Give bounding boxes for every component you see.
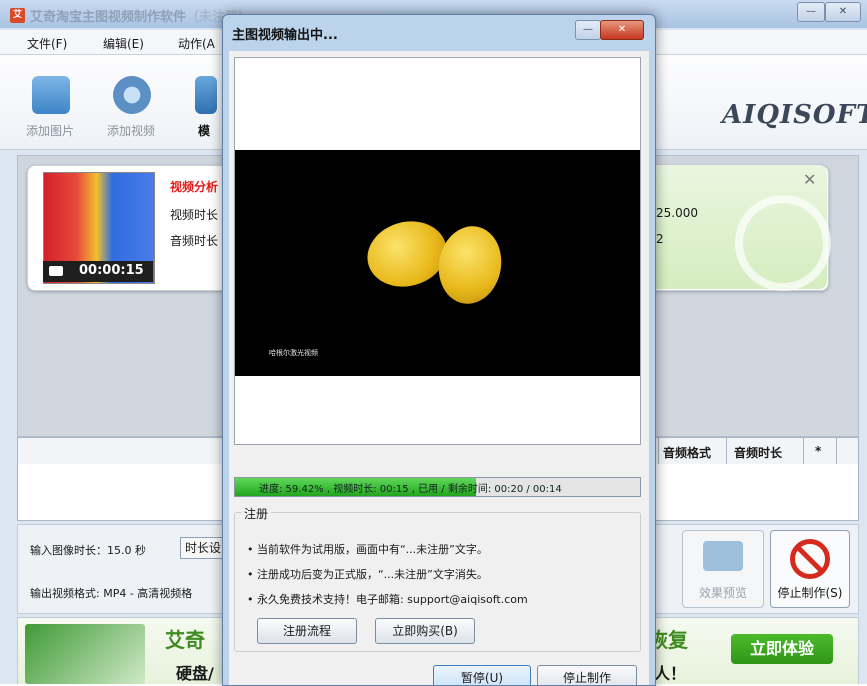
- progress-text: 进度: 59.42% , 视频时长: 00:15 , 已用 / 剩余时间: 00…: [259, 484, 562, 495]
- add-video-button[interactable]: 添加视频: [107, 122, 155, 139]
- main-minimize-button[interactable]: —: [797, 2, 825, 22]
- dialog-body: 哈根尔激光视频 进度: 59.42% , 视频时长: 00:15 , 已用 / …: [229, 51, 649, 685]
- stop-production-label: 停止制作(S): [777, 586, 843, 600]
- column-divider[interactable]: [836, 438, 837, 464]
- column-audio-duration[interactable]: 音频时长: [734, 444, 782, 461]
- lemon-right: [432, 221, 508, 309]
- image-duration-label: 输入图像时长：15.0 秒: [30, 544, 146, 557]
- add-image-button[interactable]: 添加图片: [26, 122, 74, 139]
- ad-try-now-button[interactable]: 立即体验: [731, 634, 833, 664]
- column-divider[interactable]: [658, 438, 659, 464]
- thumbnail-duration-bar: 00:00:15: [43, 261, 153, 282]
- main-window-title: 艾奇淘宝主图视频制作软件（未注册）: [30, 10, 252, 25]
- ad-product-box: [25, 624, 145, 684]
- ad-subtitle-left: 硬盘/: [176, 664, 214, 683]
- menu-edit[interactable]: 编辑(E): [103, 35, 144, 52]
- column-audio-format[interactable]: 音频格式: [663, 444, 711, 461]
- video-duration-label: 视频时长: [170, 208, 219, 222]
- main-close-button[interactable]: ✕: [825, 2, 861, 22]
- app-icon: 艾: [10, 8, 25, 23]
- video-card-close-icon[interactable]: ✕: [803, 170, 816, 189]
- add-video-icon[interactable]: [113, 76, 151, 114]
- video-duration-value: 25.000: [656, 206, 698, 220]
- output-format-label[interactable]: 输出视频格式: MP4 - 高清视频格: [30, 585, 192, 601]
- preview-button[interactable]: 效果预览: [682, 530, 764, 608]
- registration-flow-button[interactable]: 注册流程: [257, 618, 357, 644]
- thumbnail-duration: 00:00:15: [79, 263, 144, 278]
- audio-duration-label: 音频时长: [170, 234, 219, 248]
- stop-production-button[interactable]: 停止制作(S): [770, 530, 850, 608]
- dialog-minimize-button[interactable]: —: [575, 20, 601, 40]
- preview-label: 效果预览: [698, 586, 747, 600]
- reg-note-register: • 注册成功后变为正式版，“...未注册”文字消失。: [247, 568, 488, 581]
- column-divider[interactable]: [726, 438, 727, 464]
- registration-group: 注册 • 当前软件为试用版，画面中有“...未注册”文字。 • 注册成功后变为正…: [234, 505, 641, 652]
- template-icon[interactable]: [195, 76, 217, 114]
- template-button[interactable]: 模: [198, 122, 210, 139]
- video-watermark-caption: 哈根尔激光视频: [269, 349, 318, 357]
- main-window-controls: — ✕: [797, 2, 861, 22]
- progress-bar: 进度: 59.42% , 视频时长: 00:15 , 已用 / 剩余时间: 00…: [234, 477, 641, 497]
- progress-dialog: 主图视频输出中... — ✕ 哈根尔激光视频 进度: 59.42% , 视频时长…: [222, 14, 656, 686]
- menu-file[interactable]: 文件(F): [27, 35, 67, 52]
- reg-note-trial: • 当前软件为试用版，画面中有“...未注册”文字。: [247, 543, 488, 556]
- buy-now-button[interactable]: 立即购买(B): [375, 618, 475, 644]
- video-frame: 哈根尔激光视频: [235, 150, 640, 376]
- registration-legend: 注册: [241, 505, 272, 522]
- pause-button[interactable]: 暂停(U): [433, 665, 531, 685]
- ad-title-left: 艾奇: [165, 628, 205, 652]
- add-image-icon[interactable]: [32, 76, 70, 114]
- dialog-close-button[interactable]: ✕: [600, 20, 644, 40]
- dialog-title: 主图视频输出中...: [232, 28, 338, 43]
- camera-icon: [49, 266, 63, 276]
- reg-note-support: • 永久免费技术支持！电子邮箱: support@aiqisoft.com: [247, 593, 528, 606]
- video-camera-icon: [703, 541, 743, 571]
- stop-icon: [790, 539, 830, 579]
- stop-export-button[interactable]: 停止制作: [537, 665, 637, 685]
- column-divider[interactable]: [803, 438, 804, 464]
- column-extra[interactable]: *: [815, 444, 821, 458]
- brand-logo: AIQISOFT: [722, 100, 867, 130]
- ad-subtitle-right: 人！: [654, 664, 687, 683]
- menu-action[interactable]: 动作(A: [178, 35, 215, 52]
- video-preview: 哈根尔激光视频: [234, 57, 641, 445]
- film-reel-icon: [735, 195, 831, 291]
- audio-duration-value: 2: [656, 232, 664, 246]
- video-card-title: 视频分析: [170, 180, 219, 194]
